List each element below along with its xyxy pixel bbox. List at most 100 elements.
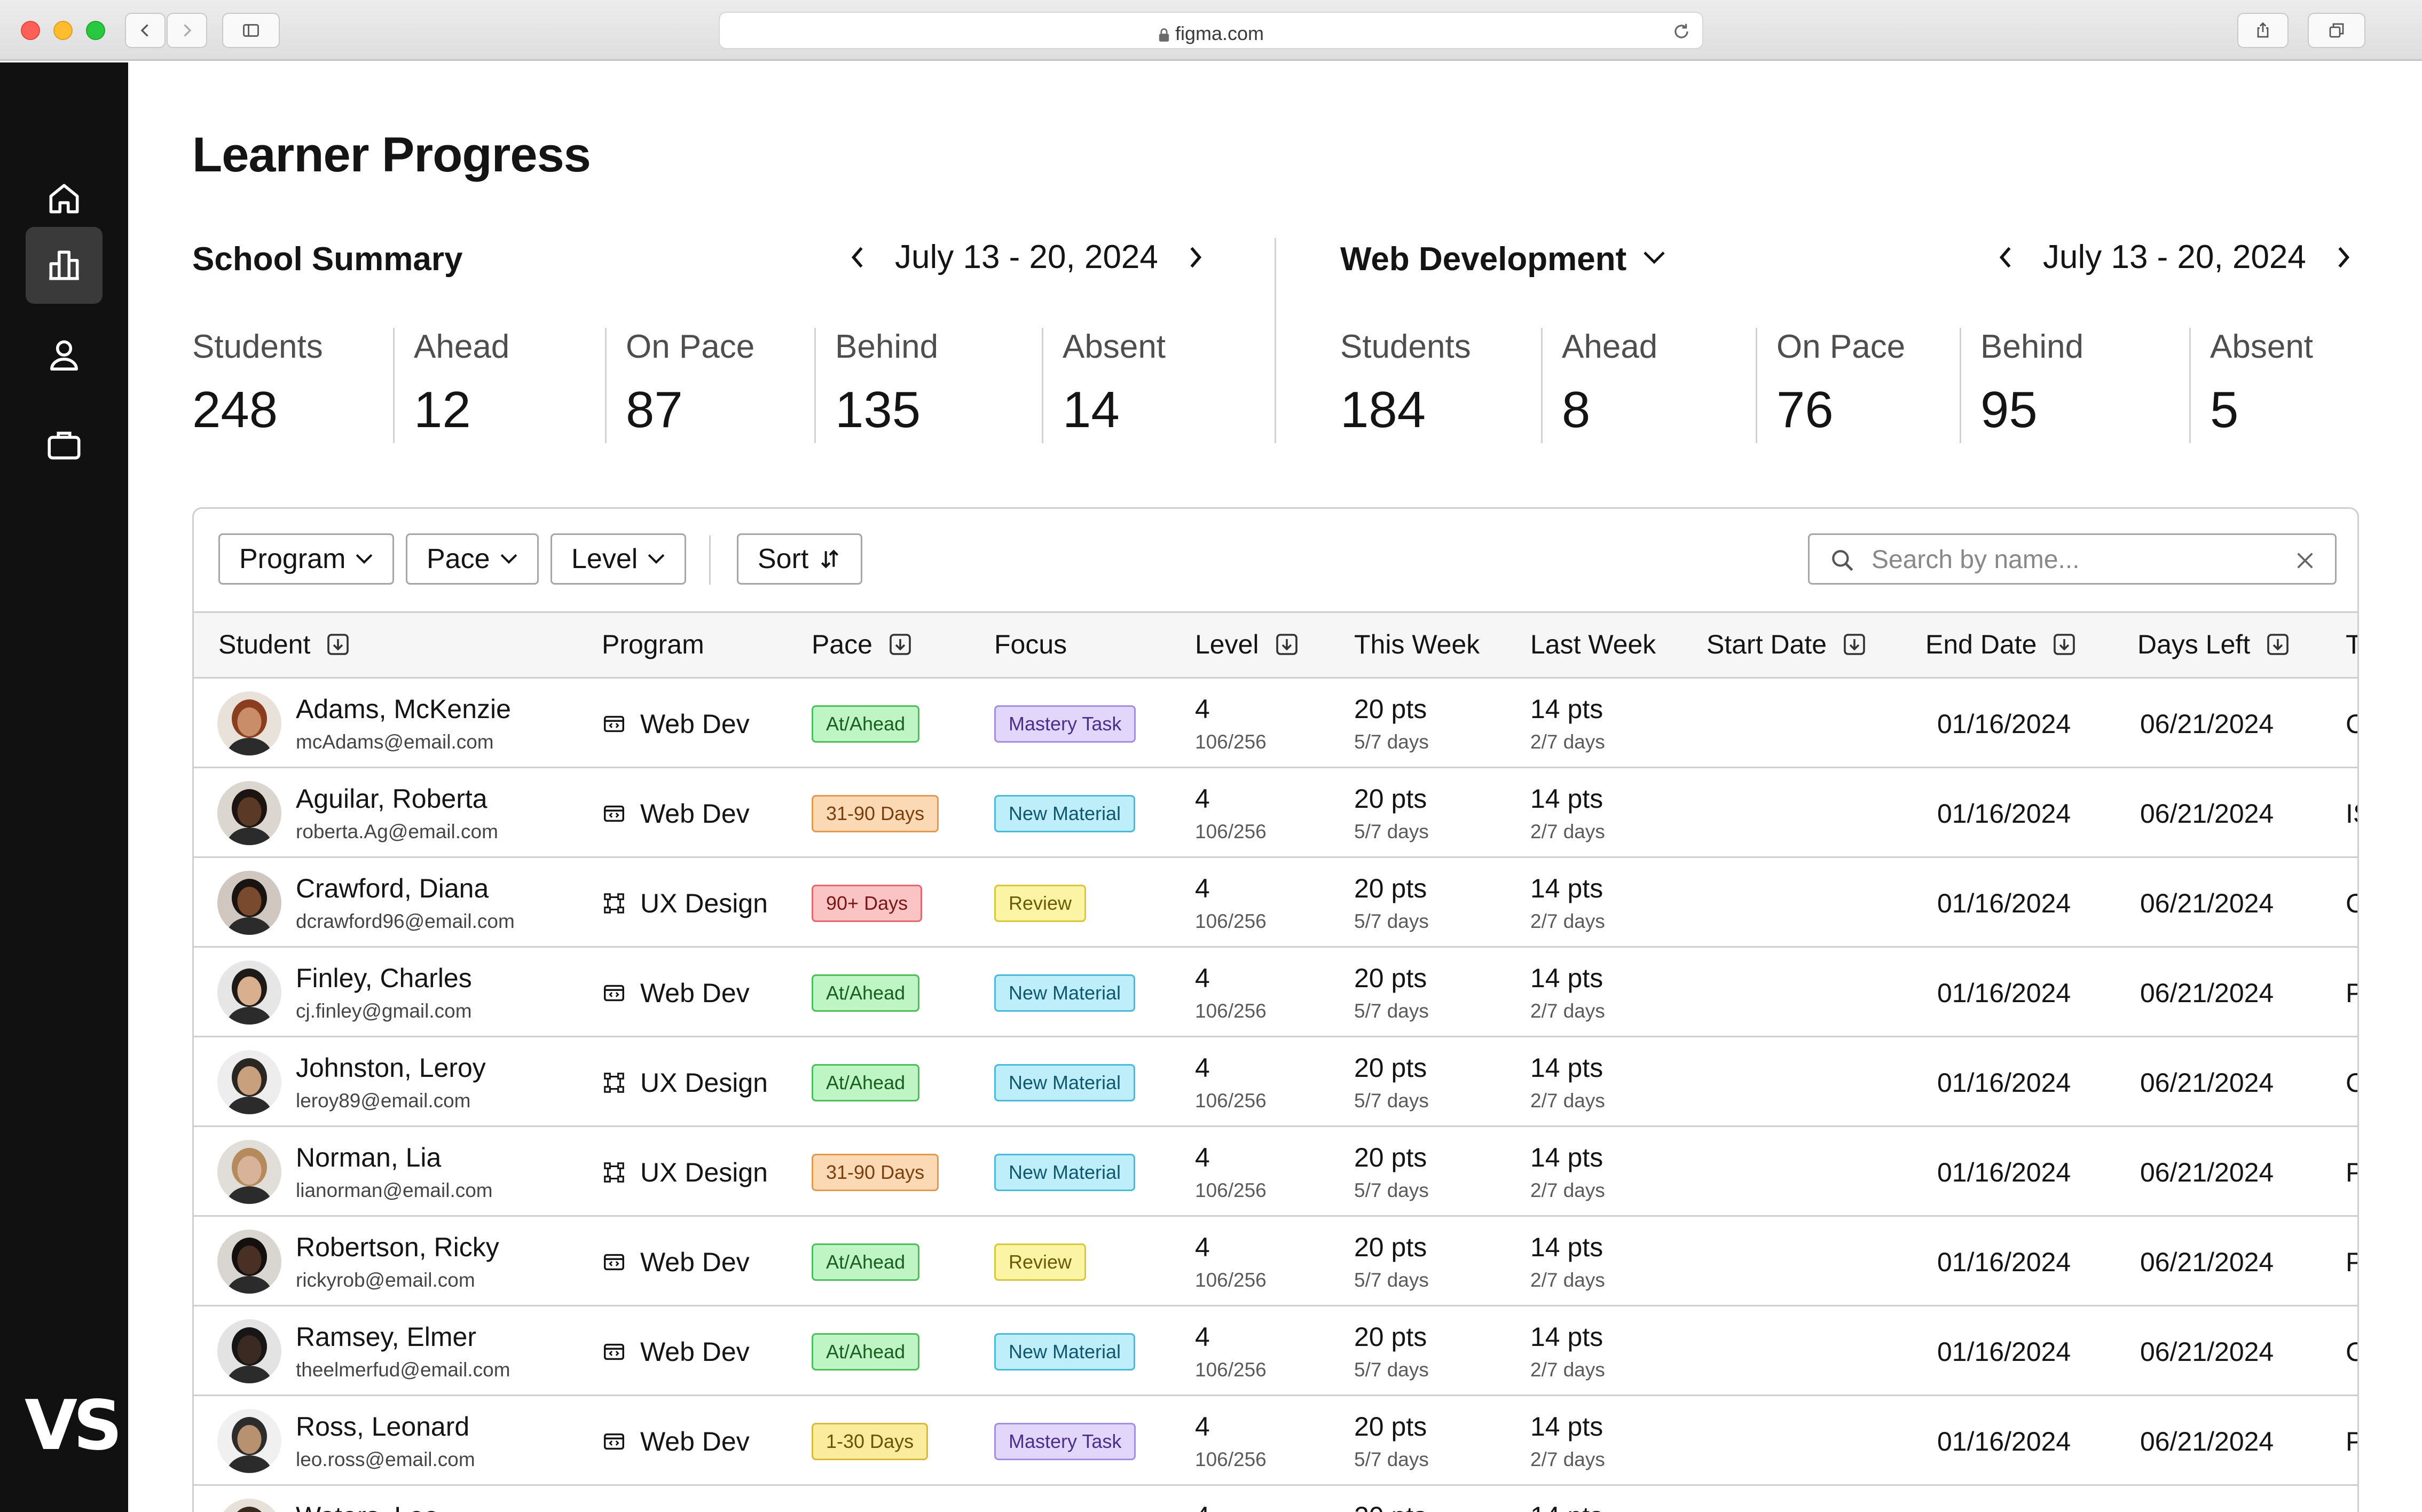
zoom-window-button[interactable] bbox=[86, 21, 105, 40]
table-row[interactable]: Ramsey, Elmer theelmerfud@email.com Web De… bbox=[194, 1306, 2357, 1396]
student-name[interactable]: Crawford, Diana bbox=[296, 873, 489, 904]
nav-programs[interactable] bbox=[26, 406, 103, 483]
this-week-days: 5/7 days bbox=[1354, 731, 1429, 753]
share-icon bbox=[2257, 22, 2269, 38]
chevron-left-icon[interactable] bbox=[848, 244, 867, 271]
last-week-points: 14 pts bbox=[1530, 1501, 1603, 1512]
program-name: Web Dev bbox=[640, 1427, 750, 1456]
level-progress: 106/256 bbox=[1195, 1000, 1267, 1022]
table-row[interactable]: Robertson, Ricky rickyrob@email.com Web De… bbox=[194, 1217, 2357, 1306]
table-row[interactable]: Ross, Leonard leo.ross@email.com Web Dev 1-… bbox=[194, 1396, 2357, 1486]
tabs-overview-button[interactable] bbox=[2308, 13, 2365, 48]
last-week-days: 2/7 days bbox=[1530, 821, 1605, 842]
program-cell: UX Design bbox=[602, 888, 768, 919]
sort-down-icon bbox=[1276, 634, 1298, 655]
last-week-points: 14 pts bbox=[1530, 1322, 1603, 1352]
this-week-points: 20 pts bbox=[1354, 1143, 1427, 1172]
chevron-right-icon[interactable] bbox=[2334, 244, 2353, 271]
search-field[interactable] bbox=[1808, 533, 2337, 585]
nav-reports[interactable] bbox=[26, 227, 103, 304]
avatar bbox=[217, 1499, 281, 1512]
column-header-truncated: T bbox=[2346, 629, 2357, 660]
chevron-right-icon[interactable] bbox=[1186, 244, 1205, 271]
column-header-focus: Focus bbox=[994, 629, 1067, 660]
start-date: 01/16/2024 bbox=[1937, 1337, 2071, 1367]
program-filter-button[interactable]: Program bbox=[218, 533, 395, 585]
app-sidebar: VS bbox=[0, 62, 128, 1512]
pace-badge: 1-30 Days bbox=[812, 1423, 929, 1460]
share-button[interactable] bbox=[2237, 13, 2289, 48]
student-email: rickyrob@email.com bbox=[296, 1269, 475, 1291]
this-week-points: 20 pts bbox=[1354, 873, 1427, 903]
start-date: 01/16/2024 bbox=[1937, 1247, 2071, 1277]
avatar bbox=[217, 1230, 281, 1294]
last-week-days: 2/7 days bbox=[1530, 910, 1605, 932]
start-date: 01/16/2024 bbox=[1937, 978, 2071, 1008]
this-week-points: 20 pts bbox=[1354, 1501, 1427, 1512]
sort-button[interactable]: Sort bbox=[737, 533, 863, 585]
focus-badge: New Material bbox=[994, 1154, 1136, 1191]
pace-filter-button[interactable]: Pace bbox=[406, 533, 539, 585]
vector-frame-icon bbox=[604, 1162, 624, 1183]
nav-home[interactable] bbox=[26, 160, 103, 237]
focus-badge: Mastery Task bbox=[994, 1423, 1136, 1460]
program-cell: Web Dev bbox=[602, 1247, 750, 1278]
column-header-days-left[interactable]: Days Left bbox=[2137, 629, 2291, 660]
level-value: 4 bbox=[1195, 1232, 1210, 1262]
student-name[interactable]: Finley, Charles bbox=[296, 963, 472, 994]
stat-behind: Behind 135 bbox=[814, 328, 938, 443]
student-name[interactable]: Norman, Lia bbox=[296, 1142, 441, 1173]
student-name[interactable]: Aguilar, Roberta bbox=[296, 783, 487, 814]
chevron-left-icon[interactable] bbox=[1996, 244, 2015, 271]
close-window-button[interactable] bbox=[21, 21, 40, 40]
column-header-pace[interactable]: Pace bbox=[812, 629, 913, 660]
student-name[interactable]: Adams, McKenzie bbox=[296, 694, 511, 724]
table-row[interactable]: Adams, McKenzie mcAdams@email.com Web Dev A… bbox=[194, 679, 2357, 768]
back-button[interactable] bbox=[125, 13, 166, 48]
program-cell: Web Dev bbox=[602, 798, 750, 829]
table-row[interactable]: Waters, Leo 4 20 pts 14 pts bbox=[194, 1486, 2357, 1512]
program-cell: UX Design bbox=[602, 1067, 768, 1098]
student-name[interactable]: Johnston, Leroy bbox=[296, 1052, 486, 1083]
program-selector[interactable]: Web Development bbox=[1340, 240, 1666, 278]
this-week-days: 5/7 days bbox=[1354, 1000, 1429, 1022]
this-week-points: 20 pts bbox=[1354, 1322, 1427, 1352]
pace-badge: At/Ahead bbox=[812, 705, 920, 743]
student-name[interactable]: Waters, Leo bbox=[296, 1501, 439, 1512]
brand-logo: VS bbox=[25, 1386, 122, 1466]
sort-down-icon bbox=[2267, 634, 2289, 655]
column-header-student[interactable]: Student bbox=[218, 629, 351, 660]
forward-button[interactable] bbox=[167, 13, 207, 48]
last-week-days: 2/7 days bbox=[1530, 1359, 1605, 1381]
column-header-level[interactable]: Level bbox=[1195, 629, 1300, 660]
student-name[interactable]: Robertson, Ricky bbox=[296, 1232, 499, 1263]
column-header-start-date[interactable]: Start Date bbox=[1707, 629, 1867, 660]
table-row[interactable]: Finley, Charles cj.finley@gmail.com Web De… bbox=[194, 948, 2357, 1037]
level-filter-button[interactable]: Level bbox=[551, 533, 687, 585]
address-bar[interactable]: figma.com bbox=[719, 12, 1703, 49]
search-input[interactable] bbox=[1871, 544, 2277, 576]
table-row[interactable]: Johnston, Leroy leroy89@email.com UX Desig… bbox=[194, 1037, 2357, 1127]
table-row[interactable]: Norman, Lia lianorman@email.com UX Design 3… bbox=[194, 1127, 2357, 1217]
sidebar-toggle-button[interactable] bbox=[222, 13, 280, 48]
avatar bbox=[217, 871, 281, 935]
table-row[interactable]: Aguilar, Roberta roberta.Ag@email.com Web … bbox=[194, 768, 2357, 858]
nav-profile[interactable] bbox=[26, 317, 103, 393]
column-header-label: Program bbox=[602, 629, 704, 659]
student-name[interactable]: Ross, Leonard bbox=[296, 1411, 469, 1442]
truncated-cell: P bbox=[2346, 1247, 2357, 1278]
start-date: 01/16/2024 bbox=[1937, 1427, 2071, 1456]
avatar bbox=[217, 960, 281, 1025]
close-icon[interactable] bbox=[2294, 550, 2316, 571]
student-name[interactable]: Ramsey, Elmer bbox=[296, 1321, 476, 1352]
reload-icon[interactable] bbox=[1671, 21, 1692, 42]
stat-absent: Absent 14 bbox=[1042, 328, 1166, 443]
this-week-days: 5/7 days bbox=[1354, 1448, 1429, 1470]
table-header: Student Program Pace Focus Level This Week Las… bbox=[194, 611, 2357, 679]
table-body: Adams, McKenzie mcAdams@email.com Web Dev A… bbox=[194, 679, 2357, 1512]
end-date: 06/21/2024 bbox=[2140, 888, 2274, 918]
column-header-end-date[interactable]: End Date bbox=[1925, 629, 2077, 660]
column-header-label: T bbox=[2346, 629, 2357, 660]
minimize-window-button[interactable] bbox=[53, 21, 73, 40]
table-row[interactable]: Crawford, Diana dcrawford96@email.com UX D… bbox=[194, 858, 2357, 948]
